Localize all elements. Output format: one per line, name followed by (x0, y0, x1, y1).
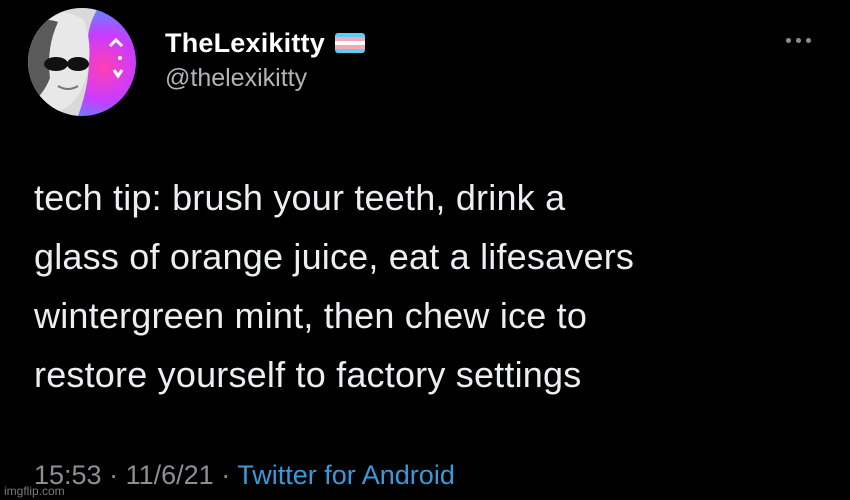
user-handle[interactable]: @thelexikitty (165, 64, 307, 93)
tweet-text: tech tip: brush your teeth, drink a glas… (34, 168, 824, 404)
tweet-card: TheLexikitty @thelexikitty tech tip: bru… (0, 0, 850, 500)
flag-stripe (334, 49, 365, 53)
display-name[interactable]: TheLexikitty (165, 28, 325, 59)
watermark: imgflip.com (4, 484, 65, 498)
transgender-flag-icon (334, 33, 365, 53)
tweet-meta: 15:53 · 11/6/21 · Twitter for Android (34, 460, 455, 491)
more-dot (805, 37, 811, 43)
meta-separator: · (221, 460, 231, 490)
tweet-text-line: restore yourself to factory settings (34, 354, 582, 395)
tweet-text-line: tech tip: brush your teeth, drink a (34, 177, 566, 218)
more-options-icon[interactable] (778, 32, 818, 48)
tweet-text-line: wintergreen mint, then chew ice to (34, 295, 588, 336)
tweet-source-link[interactable]: Twitter for Android (237, 460, 455, 490)
tweet-date[interactable]: 11/6/21 (126, 460, 214, 490)
avatar[interactable] (28, 8, 136, 116)
more-dot (785, 37, 791, 43)
avatar-image (28, 8, 124, 116)
name-row: TheLexikitty (165, 26, 365, 60)
meta-separator: · (109, 460, 119, 490)
tweet-text-line: glass of orange juice, eat a lifesavers (34, 236, 635, 277)
more-dot (795, 37, 801, 43)
